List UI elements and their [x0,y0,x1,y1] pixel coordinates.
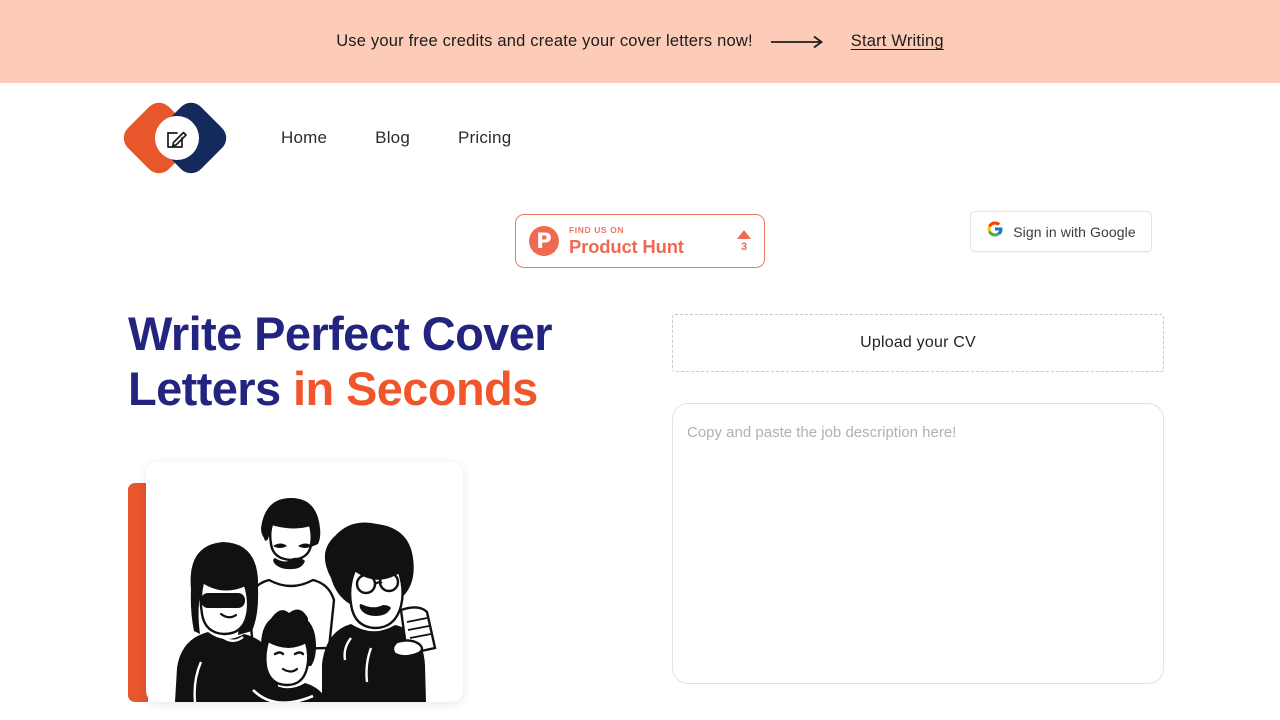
site-header: Home Blog Pricing Sign in with Google [0,83,1280,252]
product-hunt-logo-icon: P [529,226,559,256]
product-hunt-vote-count: 3 [740,240,748,253]
pencil-edit-logo-icon[interactable] [117,96,233,180]
page-title: Write Perfect Cover Letters in Seconds [128,306,620,417]
nav-link-pricing[interactable]: Pricing [434,128,535,148]
hero-section: Write Perfect Cover Letters in Seconds U… [0,306,1280,702]
sign-in-with-google-button[interactable]: Sign in with Google [970,211,1152,252]
promo-message: Use your free credits and create your co… [336,32,753,50]
logo-center-circle [155,116,199,160]
product-hunt-name: Product Hunt [569,235,684,257]
product-hunt-text-group: FIND US ON Product Hunt [569,226,727,256]
upload-cv-label: Upload your CV [860,334,976,351]
hero-illustration-wrapper [128,461,463,702]
start-writing-link[interactable]: Start Writing [851,32,944,51]
product-hunt-upvote[interactable]: 3 [737,229,751,253]
nav-link-blog[interactable]: Blog [351,128,434,148]
product-hunt-badge[interactable]: P FIND US ON Product Hunt 3 [515,214,765,268]
hero-right-column: Upload your CV [672,306,1164,702]
job-description-input[interactable] [672,403,1164,684]
illustration-accent-bar [128,482,148,702]
upload-cv-dropzone[interactable]: Upload your CV [672,314,1164,372]
sign-in-with-google-label: Sign in with Google [1013,223,1136,240]
group-of-people-illustration [146,461,463,702]
main-nav: Home Blog Pricing [257,128,535,148]
hero-title-accent: in Seconds [292,362,538,416]
promo-banner: Use your free credits and create your co… [0,0,1280,83]
google-g-icon [986,220,1004,243]
product-hunt-kicker: FIND US ON [569,225,625,235]
hero-left-column: Write Perfect Cover Letters in Seconds [128,306,620,702]
nav-link-home[interactable]: Home [257,128,351,148]
long-right-arrow-icon [770,35,827,49]
upvote-triangle-icon [737,229,751,239]
